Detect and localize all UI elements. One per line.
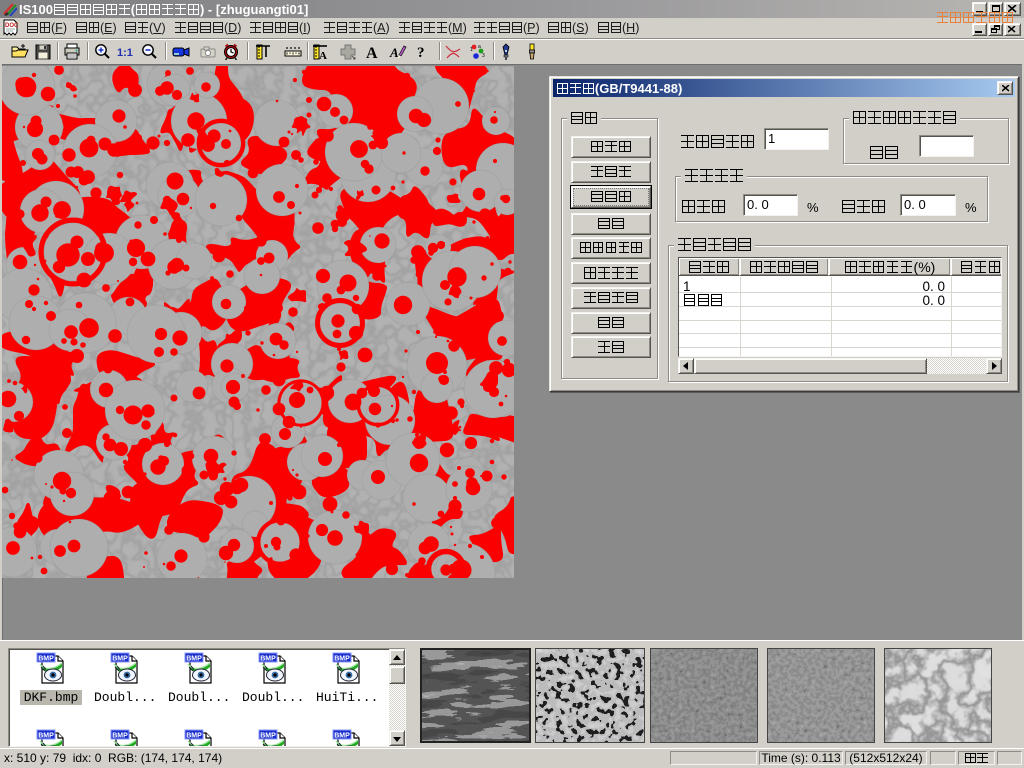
- svg-text:1:1: 1:1: [117, 47, 133, 59]
- svg-text:1: 1: [470, 47, 473, 53]
- svg-text:3: 3: [482, 53, 485, 59]
- svg-text:a: a: [478, 44, 481, 50]
- svg-text:?: ?: [417, 45, 425, 61]
- svg-text:DOC: DOC: [5, 23, 18, 29]
- svg-text:A: A: [319, 50, 327, 61]
- svg-text:A: A: [366, 45, 378, 61]
- svg-text:A: A: [389, 45, 399, 60]
